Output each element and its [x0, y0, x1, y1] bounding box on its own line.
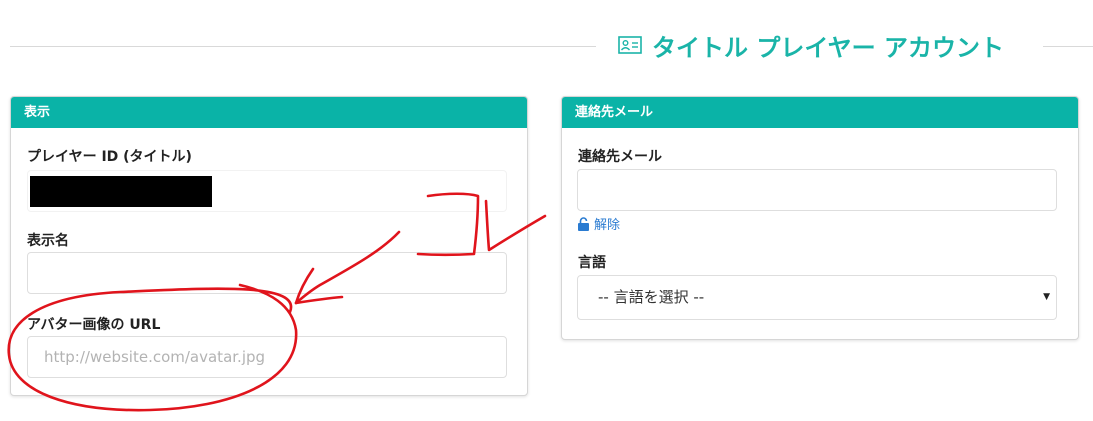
email-input[interactable] [577, 169, 1057, 211]
id-card-icon [618, 36, 642, 54]
header-divider-right [1043, 46, 1093, 47]
caret-down-icon: ▼ [1043, 292, 1050, 302]
avatar-url-input[interactable]: http://website.com/avatar.jpg [27, 336, 507, 378]
player-id-label: プレイヤー ID (タイトル) [27, 149, 192, 165]
page-title: タイトル プレイヤー アカウント [618, 30, 1004, 62]
language-select[interactable]: -- 言語を選択 -- ▼ [577, 275, 1057, 320]
language-label: 言語 [578, 255, 606, 271]
unlock-link[interactable]: 解除 [577, 214, 620, 233]
avatar-url-label: アバター画像の URL [27, 317, 161, 333]
display-name-input[interactable] [27, 252, 507, 294]
unlock-label: 解除 [594, 218, 621, 233]
unlock-icon [578, 216, 589, 231]
header-divider-left [10, 46, 596, 47]
display-name-label: 表示名 [27, 233, 69, 249]
email-label: 連絡先メール [578, 149, 662, 165]
display-panel-heading: 表示 [11, 97, 527, 128]
redacted-player-id [30, 176, 212, 207]
language-select-value: -- 言語を選択 -- [598, 288, 705, 306]
page-title-text: タイトル プレイヤー アカウント [652, 33, 1004, 62]
player-id-field [27, 170, 507, 212]
contact-panel-heading: 連絡先メール [562, 97, 1078, 128]
